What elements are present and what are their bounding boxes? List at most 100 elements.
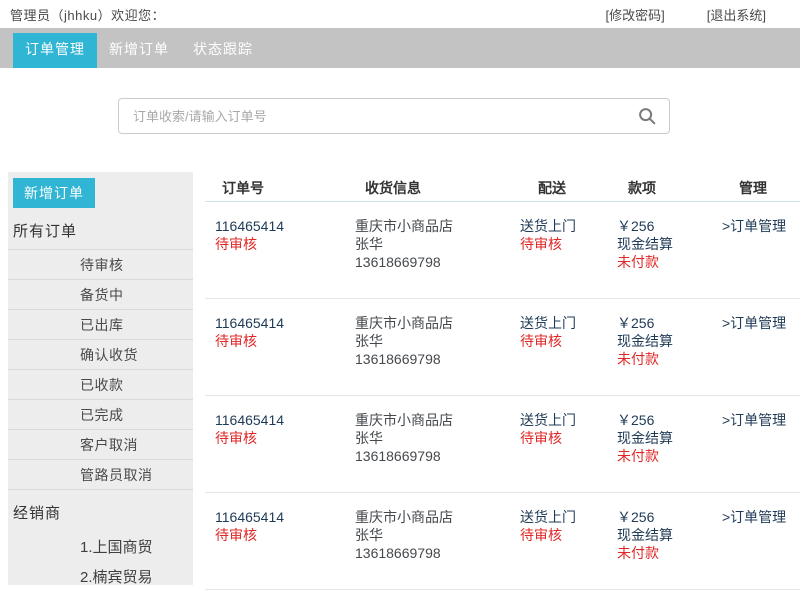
sidebar-status-item[interactable]: 已收款 xyxy=(8,369,193,399)
payment-status-badge: 未付款 xyxy=(617,544,710,562)
order-number: 116465414 xyxy=(215,314,340,332)
order-amount: ￥256 xyxy=(617,314,710,332)
header-order-no: 订单号 xyxy=(205,178,340,201)
header-consignee: 收货信息 xyxy=(340,178,510,201)
sidebar-status-item[interactable]: 已完成 xyxy=(8,399,193,429)
search-icon[interactable] xyxy=(636,105,658,127)
order-status-list: 待审核备货中已出库确认收货已收款已完成客户取消管路员取消 xyxy=(8,249,193,490)
payment-cell: ￥256 现金结算 未付款 xyxy=(605,217,710,298)
sidebar-status-item[interactable]: 管路员取消 xyxy=(8,459,193,489)
sidebar-status-item[interactable]: 已出库 xyxy=(8,309,193,339)
manage-cell: >订单管理 xyxy=(710,411,800,492)
delivery-method: 送货上门 xyxy=(520,508,605,526)
payment-status-badge: 未付款 xyxy=(617,253,710,271)
new-order-button[interactable]: 新增订单 xyxy=(13,178,95,208)
manage-order-link[interactable]: >订单管理 xyxy=(722,217,800,235)
consignee-line: 张华 xyxy=(355,526,510,544)
sidebar: 新增订单 所有订单 待审核备货中已出库确认收货已收款已完成客户取消管路员取消 经… xyxy=(8,172,193,585)
consignee-line: 13618669798 xyxy=(355,544,510,562)
consignee-line: 13618669798 xyxy=(355,350,510,368)
order-amount: ￥256 xyxy=(617,508,710,526)
delivery-status-badge: 待审核 xyxy=(520,526,605,544)
topbar: 管理员（jhhku）欢迎您： [修改密码] [退出系统] xyxy=(0,0,800,28)
table-row: 116465414 待审核 重庆市小商品店张华13618669798 送货上门 … xyxy=(205,202,800,299)
consignee-line: 13618669798 xyxy=(355,253,510,271)
header-manage: 管理 xyxy=(710,178,800,201)
consignee-cell: 重庆市小商品店张华13618669798 xyxy=(340,411,510,492)
search-input[interactable] xyxy=(119,99,636,133)
search-box xyxy=(118,98,670,134)
order-no-cell: 116465414 待审核 xyxy=(205,314,340,395)
order-status-badge: 待审核 xyxy=(215,235,340,253)
table-header-row: 订单号 收货信息 配送 款项 管理 xyxy=(205,172,800,202)
manage-order-link[interactable]: >订单管理 xyxy=(722,508,800,526)
nav-tab[interactable]: 状态跟踪 xyxy=(181,33,265,68)
consignee-line: 重庆市小商品店 xyxy=(355,411,510,429)
consignee-line: 重庆市小商品店 xyxy=(355,314,510,332)
manage-order-link[interactable]: >订单管理 xyxy=(722,314,800,332)
consignee-cell: 重庆市小商品店张华13618669798 xyxy=(340,217,510,298)
payment-status-badge: 未付款 xyxy=(617,350,710,368)
order-status-badge: 待审核 xyxy=(215,526,340,544)
payment-cell: ￥256 现金结算 未付款 xyxy=(605,314,710,395)
consignee-cell: 重庆市小商品店张华13618669798 xyxy=(340,508,510,589)
manage-cell: >订单管理 xyxy=(710,508,800,589)
consignee-line: 重庆市小商品店 xyxy=(355,508,510,526)
order-number: 116465414 xyxy=(215,411,340,429)
admin-greeting: 管理员（jhhku）欢迎您： xyxy=(10,5,165,24)
sidebar-status-item[interactable]: 备货中 xyxy=(8,279,193,309)
delivery-cell: 送货上门 待审核 xyxy=(510,314,605,395)
header-payment: 款项 xyxy=(605,178,710,201)
order-no-cell: 116465414 待审核 xyxy=(205,508,340,589)
payment-status-badge: 未付款 xyxy=(617,447,710,465)
sidebar-status-item[interactable]: 客户取消 xyxy=(8,429,193,459)
search-section xyxy=(0,68,800,172)
change-password-link[interactable]: [修改密码] xyxy=(606,5,665,24)
dealer-list: 1.上国商贸2.楠宾贸易 xyxy=(8,531,193,593)
nav-tab[interactable]: 新增订单 xyxy=(97,33,181,68)
order-no-cell: 116465414 待审核 xyxy=(205,411,340,492)
table-row: 116465414 待审核 重庆市小商品店张华13618669798 送货上门 … xyxy=(205,396,800,493)
consignee-cell: 重庆市小商品店张华13618669798 xyxy=(340,314,510,395)
order-amount: ￥256 xyxy=(617,217,710,235)
sidebar-dealer-item[interactable]: 1.上国商贸 xyxy=(8,533,193,563)
nav-tab[interactable]: 订单管理 xyxy=(13,33,97,68)
delivery-cell: 送货上门 待审核 xyxy=(510,411,605,492)
logout-link[interactable]: [退出系统] xyxy=(707,5,766,24)
payment-method: 现金结算 xyxy=(617,332,710,350)
delivery-status-badge: 待审核 xyxy=(520,429,605,447)
delivery-method: 送货上门 xyxy=(520,411,605,429)
order-amount: ￥256 xyxy=(617,411,710,429)
table-body: 116465414 待审核 重庆市小商品店张华13618669798 送货上门 … xyxy=(205,202,800,590)
payment-method: 现金结算 xyxy=(617,526,710,544)
order-status-badge: 待审核 xyxy=(215,332,340,350)
dealer-heading: 经销商 xyxy=(13,502,193,523)
manage-cell: >订单管理 xyxy=(710,217,800,298)
delivery-cell: 送货上门 待审核 xyxy=(510,508,605,589)
delivery-status-badge: 待审核 xyxy=(520,332,605,350)
nav-tab-bar: 订单管理新增订单状态跟踪 xyxy=(0,28,800,68)
payment-cell: ￥256 现金结算 未付款 xyxy=(605,411,710,492)
order-table: 订单号 收货信息 配送 款项 管理 116465414 待审核 重庆市小商品店张… xyxy=(205,172,800,590)
consignee-line: 张华 xyxy=(355,235,510,253)
sidebar-status-item[interactable]: 确认收货 xyxy=(8,339,193,369)
consignee-line: 张华 xyxy=(355,429,510,447)
sidebar-dealer-item[interactable]: 2.楠宾贸易 xyxy=(8,563,193,593)
delivery-status-badge: 待审核 xyxy=(520,235,605,253)
order-number: 116465414 xyxy=(215,217,340,235)
header-delivery: 配送 xyxy=(510,178,605,201)
main-content: 新增订单 所有订单 待审核备货中已出库确认收货已收款已完成客户取消管路员取消 经… xyxy=(0,172,800,600)
consignee-line: 重庆市小商品店 xyxy=(355,217,510,235)
consignee-line: 13618669798 xyxy=(355,447,510,465)
order-status-badge: 待审核 xyxy=(215,429,340,447)
manage-order-link[interactable]: >订单管理 xyxy=(722,411,800,429)
manage-cell: >订单管理 xyxy=(710,314,800,395)
sidebar-status-item[interactable]: 待审核 xyxy=(8,249,193,279)
payment-cell: ￥256 现金结算 未付款 xyxy=(605,508,710,589)
order-number: 116465414 xyxy=(215,508,340,526)
table-row: 116465414 待审核 重庆市小商品店张华13618669798 送货上门 … xyxy=(205,299,800,396)
order-no-cell: 116465414 待审核 xyxy=(205,217,340,298)
topbar-links: [修改密码] [退出系统] xyxy=(606,5,800,24)
table-row: 116465414 待审核 重庆市小商品店张华13618669798 送货上门 … xyxy=(205,493,800,590)
consignee-line: 张华 xyxy=(355,332,510,350)
